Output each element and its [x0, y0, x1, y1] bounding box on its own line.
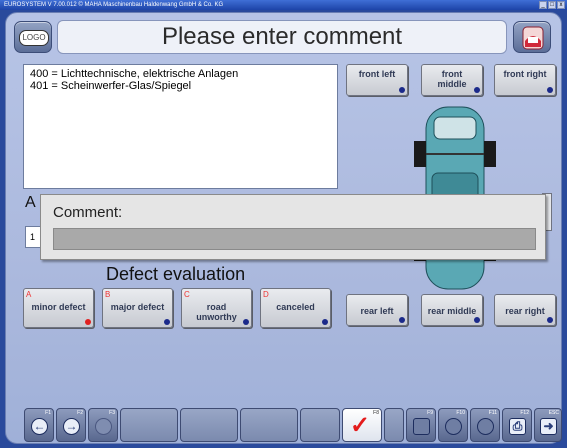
hidden-field-label: A [25, 194, 36, 211]
key-label: F9 [427, 410, 433, 416]
key-label: ESC [548, 410, 559, 416]
front-right-label: front right [503, 69, 547, 79]
option-letter: A [26, 290, 32, 299]
key-label: F8 [373, 410, 379, 416]
info-icon [477, 418, 494, 435]
function-key-toolbar: F1 ← F2 → F3 F8 ✓ F9 F10 F11 F12 ⎙ ESC ➜ [24, 408, 562, 444]
status-dot [164, 319, 170, 325]
status-dot [547, 87, 553, 93]
f7-button[interactable] [300, 408, 340, 442]
option-label: road unworthy [196, 302, 237, 322]
front-middle-label: front middle [437, 69, 467, 89]
document-icon [413, 418, 430, 435]
f1-back-button[interactable]: F1 ← [24, 408, 54, 442]
front-middle-button[interactable]: front middle [421, 64, 483, 96]
rear-right-button[interactable]: rear right [494, 294, 556, 326]
f3-button[interactable]: F3 [88, 408, 118, 442]
defect-evaluation-title: Defect evaluation [106, 264, 246, 284]
status-dot [85, 319, 91, 325]
status-dot [243, 319, 249, 325]
help-button[interactable] [513, 21, 551, 53]
rear-right-label: rear right [505, 306, 545, 316]
tool-icon [95, 418, 112, 435]
comment-input[interactable] [53, 228, 536, 250]
minor-defect-button[interactable]: A minor defect [23, 288, 94, 328]
status-dot [399, 87, 405, 93]
f8-confirm-button[interactable]: F8 ✓ [342, 408, 382, 442]
major-defect-button[interactable]: B major defect [102, 288, 173, 328]
help-icon [522, 26, 544, 50]
forward-arrow-icon: → [63, 418, 80, 435]
logo-button[interactable]: LOGO [14, 21, 52, 53]
esc-exit-button[interactable]: ESC ➜ [534, 408, 562, 442]
rear-middle-button[interactable]: rear middle [421, 294, 483, 326]
option-letter: D [263, 290, 269, 299]
page-title: Please enter comment [57, 20, 507, 54]
f4-button[interactable] [120, 408, 178, 442]
comment-dialog: Comment: [40, 194, 546, 260]
key-label: F12 [520, 410, 529, 416]
checkmark-icon: ✓ [350, 412, 371, 439]
f6-button[interactable] [240, 408, 298, 442]
key-label: F11 [488, 410, 497, 416]
status-dot [322, 319, 328, 325]
close-button[interactable]: x [557, 1, 565, 9]
key-label: F3 [109, 410, 115, 416]
defect-code-list: 400 = Lichttechnische, elektrische Anlag… [23, 64, 338, 189]
separator-button [384, 408, 404, 442]
f5-button[interactable] [180, 408, 238, 442]
defect-code-line: 400 = Lichttechnische, elektrische Anlag… [30, 68, 239, 80]
window-title: EUROSYSTEM V 7.00.012 © MAHA Maschinenba… [4, 2, 224, 8]
exit-icon: ➜ [540, 418, 557, 435]
rear-left-label: rear left [360, 306, 394, 316]
defect-code-line: 401 = Scheinwerfer-Glas/Spiegel [30, 80, 192, 92]
print-icon: ⎙ [509, 418, 526, 435]
back-arrow-icon: ← [31, 418, 48, 435]
status-dot [547, 317, 553, 323]
option-label: canceled [276, 302, 315, 312]
key-label: F1 [45, 410, 51, 416]
key-label: F2 [77, 410, 83, 416]
f11-button[interactable]: F11 [470, 408, 500, 442]
maximize-button[interactable]: □ [548, 1, 556, 9]
f10-button[interactable]: F10 [438, 408, 468, 442]
f9-button[interactable]: F9 [406, 408, 436, 442]
road-unworthy-button[interactable]: C road unworthy [181, 288, 252, 328]
comment-label: Comment: [53, 204, 123, 221]
rear-left-button[interactable]: rear left [346, 294, 408, 326]
option-letter: C [184, 290, 190, 299]
status-dot [474, 317, 480, 323]
window-title-bar: EUROSYSTEM V 7.00.012 © MAHA Maschinenba… [0, 0, 567, 10]
status-dot [474, 87, 480, 93]
option-label: major defect [110, 302, 165, 312]
window-controls: _ □ x [539, 1, 565, 9]
front-left-button[interactable]: front left [346, 64, 408, 96]
settings-icon [445, 418, 462, 435]
status-dot [399, 317, 405, 323]
logo-icon: LOGO [19, 30, 49, 46]
key-label: F10 [456, 410, 465, 416]
minimize-button[interactable]: _ [539, 1, 547, 9]
f12-print-button[interactable]: F12 ⎙ [502, 408, 532, 442]
option-letter: B [105, 290, 111, 299]
front-left-label: front left [358, 69, 396, 79]
rear-middle-label: rear middle [427, 306, 477, 316]
front-right-button[interactable]: front right [494, 64, 556, 96]
canceled-button[interactable]: D canceled [260, 288, 331, 328]
option-label: minor defect [31, 302, 86, 312]
f2-forward-button[interactable]: F2 → [56, 408, 86, 442]
